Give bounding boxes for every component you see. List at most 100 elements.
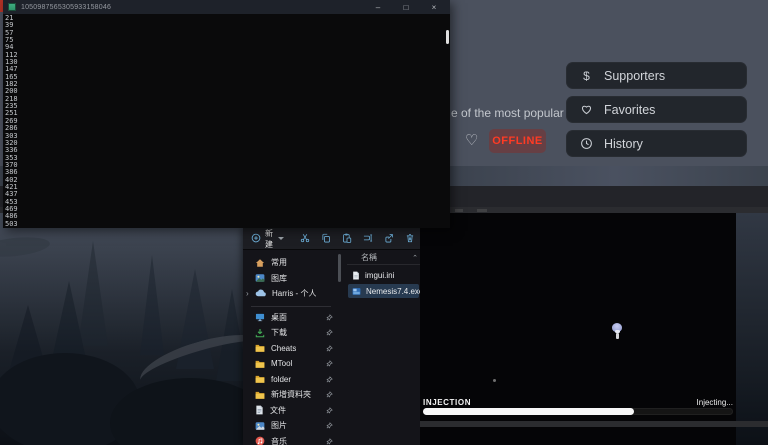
supporters-button[interactable]: $ Supporters — [566, 62, 747, 89]
clock-icon — [580, 137, 593, 150]
folder-icon — [255, 359, 265, 369]
pin-icon[interactable] — [326, 407, 333, 414]
share-button[interactable] — [378, 230, 399, 248]
pin-icon[interactable] — [326, 360, 333, 367]
injection-title: INJECTION — [423, 398, 471, 407]
skull-icon-body — [616, 333, 620, 339]
dollar-icon: $ — [580, 69, 593, 83]
chevron-down-icon — [278, 237, 284, 240]
sidebar-item-label: Cheats — [271, 344, 296, 353]
paste-button[interactable] — [336, 230, 357, 248]
rename-icon — [363, 230, 373, 248]
sidebar-item-harris---个人[interactable]: › Harris - 个人 — [243, 286, 339, 302]
sidebar-item-新增資料夾[interactable]: 新增資料夾 — [243, 387, 339, 403]
status-badge-label: OFFLINE — [492, 135, 543, 147]
console-body: 21 39 57 75 94 112 130 147 165 182 200 2… — [3, 14, 450, 228]
share-icon — [384, 230, 394, 248]
new-button[interactable]: 新建 — [251, 228, 284, 250]
folder-icon — [255, 374, 265, 384]
site-text-fragment — [477, 209, 487, 212]
pin-icon[interactable] — [326, 329, 333, 336]
cursor-dot — [493, 379, 496, 382]
gallery-icon — [255, 273, 265, 283]
site-tagline-text: e of the most popular F — [451, 106, 574, 120]
pin-icon[interactable] — [326, 376, 333, 383]
site-button-column: $ Supporters Favorites History — [566, 62, 747, 157]
toolbar-icon-group — [294, 230, 420, 248]
sort-ascending-icon[interactable]: ⌃ — [412, 254, 418, 262]
close-button[interactable]: × — [420, 0, 448, 14]
sidebar-item-folder[interactable]: folder — [243, 372, 339, 388]
cut-button[interactable] — [294, 230, 315, 248]
sidebar-item-cheats[interactable]: Cheats — [243, 341, 339, 357]
file-name: imgui.ini — [365, 271, 394, 280]
sidebar-item-label: 图片 — [271, 420, 287, 431]
console-app-icon — [8, 3, 16, 11]
history-button-label: History — [604, 137, 643, 151]
copy-icon — [321, 230, 331, 248]
sidebar-item-文件[interactable]: 文件 — [243, 403, 339, 419]
paste-icon — [342, 230, 352, 248]
delete-button[interactable] — [399, 230, 420, 248]
new-icon — [251, 230, 261, 248]
pin-icon[interactable] — [326, 314, 333, 321]
explorer-sidebar: 常用 图库 › Harris - 个人 桌面 下载 Cheats MTool f… — [243, 250, 339, 445]
heart-icon — [580, 103, 593, 116]
status-badge: OFFLINE — [489, 129, 546, 153]
sidebar-item-桌面[interactable]: 桌面 — [243, 310, 339, 326]
sidebar-item-图库[interactable]: 图库 — [243, 271, 339, 287]
console-titlebar[interactable]: 1050987565305933158046 – □ × — [3, 0, 450, 14]
injection-progress-fill — [423, 408, 634, 415]
minimize-button[interactable]: – — [364, 0, 392, 14]
console-scrollbar[interactable] — [446, 30, 449, 44]
file-list-header[interactable]: 名稱 ⌃ — [347, 252, 418, 263]
file-row-imgui.ini[interactable]: imgui.ini — [348, 268, 419, 282]
sidebar-divider — [251, 306, 331, 307]
pin-icon[interactable] — [326, 391, 333, 398]
pin-icon[interactable] — [326, 345, 333, 352]
downloads-icon — [255, 328, 265, 338]
pin-icon[interactable] — [326, 422, 333, 429]
favorites-button-label: Favorites — [604, 103, 655, 117]
delete-icon — [405, 230, 415, 248]
sidebar-item-音乐[interactable]: 音乐 — [243, 434, 339, 445]
close-icon: × — [432, 3, 437, 12]
exe-file-icon — [352, 287, 361, 296]
pictures-icon — [255, 421, 265, 431]
rename-button[interactable] — [357, 230, 378, 248]
favorite-heart-icon[interactable]: ♡ — [465, 131, 478, 149]
file-name: Nemesis7.4.exe — [366, 287, 423, 296]
sidebar-item-mtool[interactable]: MTool — [243, 356, 339, 372]
file-row-Nemesis7.4.exe[interactable]: Nemesis7.4.exe — [348, 284, 419, 298]
copy-button[interactable] — [315, 230, 336, 248]
minimize-icon: – — [376, 3, 380, 12]
console-window: 1050987565305933158046 – □ × 21 39 57 75 9… — [3, 0, 450, 228]
favorites-button[interactable]: Favorites — [566, 96, 747, 123]
console-title: 1050987565305933158046 — [21, 4, 111, 11]
folder-icon — [255, 390, 265, 400]
background-strip — [420, 421, 768, 427]
sidebar-item-label: Harris - 个人 — [272, 288, 316, 299]
injector-window: INJECTION Injecting... — [420, 213, 736, 445]
history-button[interactable]: History — [566, 130, 747, 157]
sidebar-item-图片[interactable]: 图片 — [243, 418, 339, 434]
file-explorer-window: 新建 常用 图库 › Harris - 个人 桌面 下载 Cheats — [243, 228, 420, 445]
console-output: 21 39 57 75 94 112 130 147 165 182 200 2… — [3, 14, 450, 228]
pin-icon[interactable] — [326, 438, 333, 445]
sidebar-item-label: 下载 — [271, 327, 287, 338]
maximize-icon: □ — [404, 3, 409, 12]
screen: e of the most popular F ♡ OFFLINE $ Supp… — [0, 0, 768, 445]
sidebar-item-常用[interactable]: 常用 — [243, 255, 339, 271]
name-column-header[interactable]: 名稱 — [361, 252, 377, 263]
home-icon — [255, 258, 265, 268]
sidebar-scrollbar[interactable] — [338, 254, 341, 282]
sidebar-item-label: 桌面 — [271, 312, 287, 323]
chevron-right-icon[interactable]: › — [246, 289, 249, 298]
music-icon — [255, 436, 265, 445]
sidebar-item-下载[interactable]: 下载 — [243, 325, 339, 341]
cut-icon — [300, 230, 310, 248]
document-icon — [255, 405, 264, 415]
sidebar-item-label: 常用 — [271, 257, 287, 268]
maximize-button[interactable]: □ — [392, 0, 420, 14]
folder-icon — [255, 343, 265, 353]
